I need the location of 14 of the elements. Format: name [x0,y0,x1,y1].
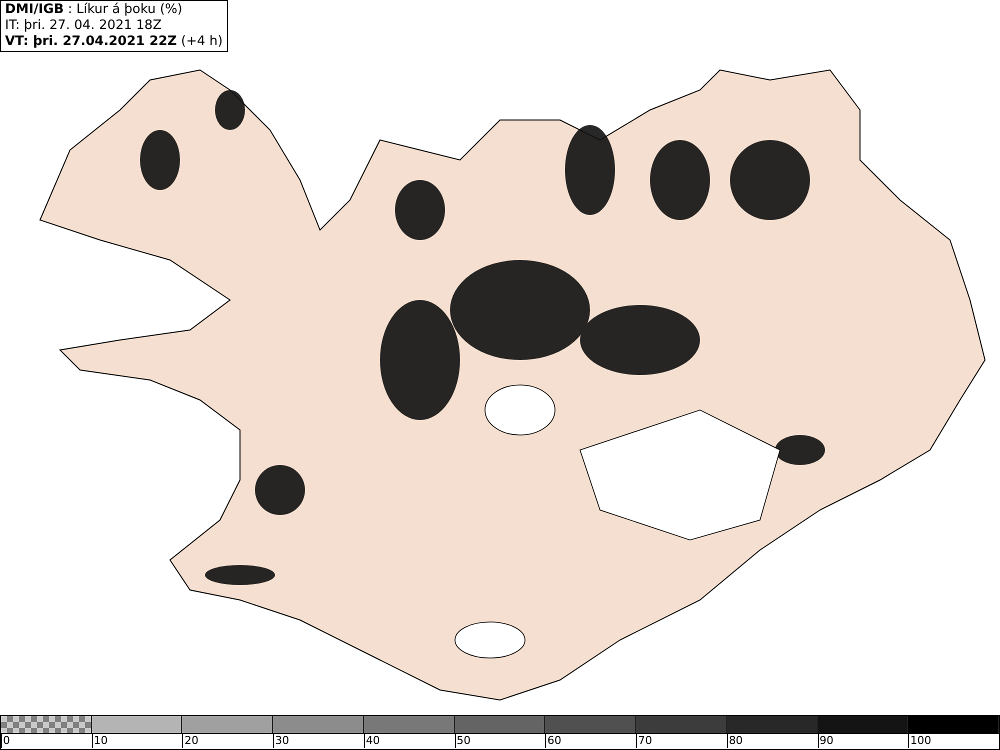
legend-tick-label: 40 [364,734,380,748]
legend-tick-label: 30 [273,734,290,748]
issue-time: IT: þri. 27. 04. 2021 18Z [5,18,163,34]
legend-tick-label: 80 [726,734,743,748]
valid-time: VT: þri. 27.04.2021 22Z (+4 h) [5,34,223,50]
legend-tick-label: 60 [545,734,562,748]
legend-tick-label: 100 [908,734,932,748]
legend-tick-label: 50 [454,734,471,748]
legend-tick-label: 70 [636,734,652,748]
legend-tick-label: 10 [92,734,108,748]
legend-tick-label: 0 [1,734,10,748]
map-title: DMI/IGB : Líkur á þoku (%) [5,2,184,18]
legend-tick-label: 20 [182,734,198,748]
legend-tick-label: 90 [818,734,834,748]
